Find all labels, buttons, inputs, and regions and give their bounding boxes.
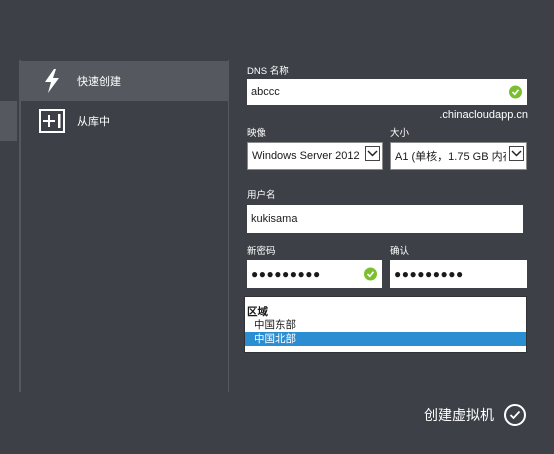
chevron-down-icon — [509, 146, 524, 161]
lightning-icon — [37, 66, 67, 96]
nav-item-label: 快速创建 — [77, 76, 121, 88]
confirm-masked-value: ●●●●●●●●● — [394, 267, 464, 281]
dns-name-input[interactable]: abccc — [247, 79, 527, 105]
password-masked-value: ●●●●●●●●● — [251, 267, 321, 281]
password-label: 新密码 — [247, 246, 276, 257]
username-value: kukisama — [251, 213, 298, 225]
checkmark-circle-icon — [504, 404, 526, 426]
nav-item-from-gallery[interactable]: 从库中 — [21, 101, 228, 141]
nav-item-label: 从库中 — [77, 116, 110, 128]
confirm-password-label: 确认 — [390, 246, 410, 257]
region-listbox[interactable]: 区域 中国东部 中国北部 — [244, 296, 527, 353]
chevron-down-icon — [365, 146, 380, 161]
region-option-east[interactable]: 中国东部 — [245, 318, 526, 332]
dns-name-value: abccc — [251, 86, 280, 98]
valid-check-icon — [364, 267, 377, 281]
region-group-label: 区域 — [247, 306, 268, 318]
gallery-add-icon — [37, 106, 67, 136]
size-select[interactable]: A1 (单核，1.75 GB 内存) — [390, 142, 527, 170]
image-select[interactable]: Windows Server 2012 — [247, 142, 383, 170]
image-label: 映像 — [247, 128, 267, 139]
dns-name-label: DNS 名称 — [247, 66, 289, 77]
valid-check-icon — [509, 85, 522, 99]
confirm-password-input[interactable]: ●●●●●●●●● — [390, 260, 527, 288]
size-label: 大小 — [390, 128, 410, 139]
nav-item-quick-create[interactable]: 快速创建 — [21, 61, 228, 101]
dns-domain-suffix: .chinacloudapp.cn — [439, 109, 528, 121]
nav-divider — [228, 60, 229, 392]
size-select-value: A1 (单核，1.75 GB 内存) — [395, 151, 506, 163]
create-vm-button[interactable]: 创建虚拟机 — [424, 404, 526, 426]
left-panel-stub — [0, 101, 17, 141]
image-select-value: Windows Server 2012 — [252, 150, 360, 162]
username-label: 用户名 — [247, 190, 276, 201]
password-input[interactable]: ●●●●●●●●● — [247, 260, 382, 288]
create-vm-label: 创建虚拟机 — [424, 407, 494, 423]
username-input[interactable]: kukisama — [247, 205, 523, 233]
region-option-north[interactable]: 中国北部 — [245, 332, 526, 346]
